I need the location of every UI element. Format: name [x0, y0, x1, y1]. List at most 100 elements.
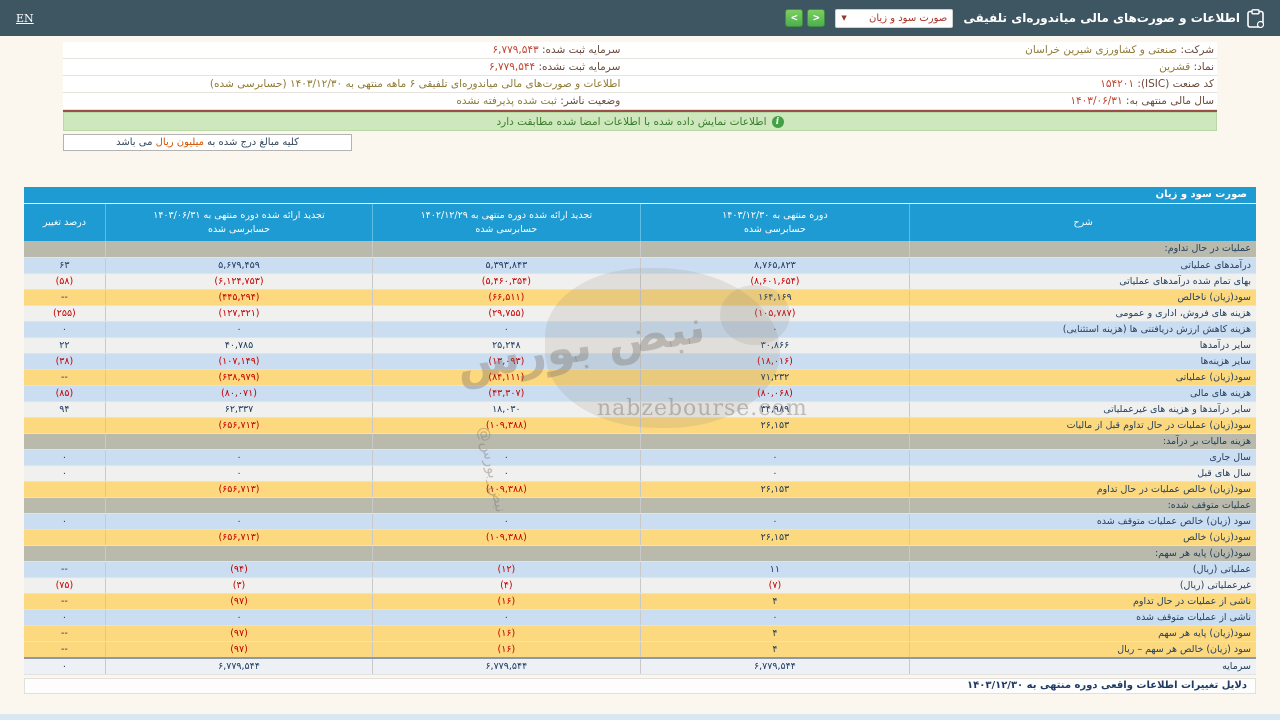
- table-row: سایر هزینه‌ها(۱۸,۰۱۶)(۱۳,۰۹۳)(۱۰۷,۱۴۹)(۳…: [24, 353, 1256, 369]
- cell-pct: [24, 529, 105, 545]
- row-label: غیرعملیاتی (ریال): [910, 577, 1256, 593]
- cell-v2: (۱۰۹,۳۸۸): [373, 529, 640, 545]
- row-label: عملیات در حال تداوم:: [910, 241, 1256, 257]
- cell-v2: (۱۰۹,۳۸۸): [373, 481, 640, 497]
- cell-pct: [24, 417, 105, 433]
- info-field-left: وضعیت ناشر: ثبت شده پذیرفته نشده: [63, 93, 620, 109]
- info-field-right: سال مالی منتهی به: ۱۴۰۳/۰۶/۳۱: [620, 93, 1217, 109]
- cell-v2: (۱۰۹,۳۸۸): [373, 417, 640, 433]
- cell-v2: [373, 241, 640, 257]
- cell-pct: [24, 545, 105, 561]
- cell-v1: ۴: [640, 593, 910, 609]
- cell-pct: ۰: [24, 321, 105, 337]
- cell-v1: ۰: [640, 609, 910, 625]
- cell-v3: (۶۵۶,۷۱۳): [105, 481, 372, 497]
- info-row: نماد: قشرینسرمایه ثبت نشده: ۶,۷۷۹,۵۴۴: [63, 59, 1217, 76]
- cell-pct: ۶۳: [24, 257, 105, 273]
- cell-v2: ۰: [373, 513, 640, 529]
- cell-pct: ۰: [24, 465, 105, 481]
- row-label: سود (زیان) خالص هر سهم – ریال: [910, 641, 1256, 658]
- cell-v1: ۸,۷۶۵,۸۲۳: [640, 257, 910, 273]
- cell-v3: [105, 497, 372, 513]
- cell-v2: (۴): [373, 577, 640, 593]
- info-field-right: شرکت: صنعتی و کشاورزی شیرین خراسان: [620, 42, 1217, 58]
- cell-v1: ۳۴,۹۸۹: [640, 401, 910, 417]
- cell-v3: (۹۷): [105, 641, 372, 658]
- column-header-3: تجدید ارائه شده دوره منتهی به ۱۴۰۳/۰۶/۳۱…: [105, 204, 372, 241]
- cell-v2: (۱۲): [373, 561, 640, 577]
- info-field-left-value: ۶,۷۷۹,۵۴۳: [493, 44, 539, 56]
- cell-v3: ۰: [105, 449, 372, 465]
- cell-pct: --: [24, 625, 105, 641]
- row-label: سود(زیان) ناخالص: [910, 289, 1256, 305]
- cell-v1: ۰: [640, 513, 910, 529]
- cell-pct: (۳۸): [24, 353, 105, 369]
- row-label: هزینه های مالی: [910, 385, 1256, 401]
- notice-text: اطلاعات نمایش داده شده با اطلاعات امضا ش…: [497, 116, 767, 128]
- row-label: هزینه کاهش ارزش دریافتنی ها (هزینه استثن…: [910, 321, 1256, 337]
- table-row: سود (زیان) خالص هر سهم – ریال۴(۱۶)(۹۷)--: [24, 641, 1256, 658]
- cell-v2: ۱۸,۰۳۰: [373, 401, 640, 417]
- table-row: سود(زیان) عملیاتی۷۱,۲۳۲(۸۴,۱۱۱)(۶۳۸,۹۷۹)…: [24, 369, 1256, 385]
- cell-pct: (۵۸): [24, 273, 105, 289]
- cell-pct: [24, 433, 105, 449]
- cell-v1: ۲۶,۱۵۳: [640, 529, 910, 545]
- row-label: سود(زیان) پایه هر سهم: [910, 625, 1256, 641]
- cell-v3: ۶۲,۳۳۷: [105, 401, 372, 417]
- signature-match-notice: i اطلاعات نمایش داده شده با اطلاعات امضا…: [63, 112, 1217, 131]
- cell-v1: ۱۶۴,۱۶۹: [640, 289, 910, 305]
- cell-pct: [24, 241, 105, 257]
- cell-v2: ۰: [373, 321, 640, 337]
- row-label: عملیات متوقف شده:: [910, 497, 1256, 513]
- prev-statement-button[interactable]: <: [807, 9, 825, 27]
- cell-pct: --: [24, 289, 105, 305]
- statement-type-value: صورت سود و زیان: [869, 13, 947, 24]
- column-header-0: شرح: [910, 204, 1256, 241]
- column-header-4: درصد تغییر: [24, 204, 105, 241]
- cell-v3: ۴۰,۷۸۵: [105, 337, 372, 353]
- row-label: درآمدهای عملیاتی: [910, 257, 1256, 273]
- table-row: سال های قبل۰۰۰۰: [24, 465, 1256, 481]
- info-field-right-value: قشرین: [1159, 61, 1190, 73]
- cell-v2: [373, 497, 640, 513]
- cell-v2: [373, 545, 640, 561]
- info-field-left-value: اطلاعات و صورت‌های مالی میاندوره‌ای تلفی…: [210, 78, 620, 90]
- changes-reason-bar: دلایل تغییرات اطلاعات واقعی دوره منتهی ب…: [24, 678, 1256, 694]
- cell-pct: ۰: [24, 449, 105, 465]
- cell-v1: [640, 433, 910, 449]
- pl-table: شرحدوره منتهی به ۱۴۰۳/۱۲/۳۰حسابرسی شدهتج…: [24, 204, 1256, 675]
- cell-v3: (۶,۱۲۴,۷۵۳): [105, 273, 372, 289]
- statement-type-dropdown[interactable]: صورت سود و زیان ▼: [835, 9, 953, 28]
- row-label: سود (زیان) خالص عملیات متوقف شده: [910, 513, 1256, 529]
- cell-v1: ۰: [640, 465, 910, 481]
- cell-v3: (۹۷): [105, 625, 372, 641]
- table-row: بهای تمام شده درآمدهای عملیاتی(۸,۶۰۱,۶۵۴…: [24, 273, 1256, 289]
- info-field-left-label: سرمایه ثبت نشده:: [535, 61, 620, 73]
- row-label: ناشی از عملیات در حال تداوم: [910, 593, 1256, 609]
- cell-pct: --: [24, 641, 105, 658]
- page: { "topbar": { "language_link": "EN", "ti…: [0, 0, 1280, 720]
- table-row: ناشی از عملیات متوقف شده۰۰۰۰: [24, 609, 1256, 625]
- info-icon: i: [772, 116, 784, 128]
- pl-statement-section: صورت سود و زیان شرحدوره منتهی به ۱۴۰۳/۱۲…: [24, 187, 1256, 675]
- cell-v3: ۰: [105, 465, 372, 481]
- cell-v2: (۱۶): [373, 625, 640, 641]
- unit-note-text: کلیه مبالغ درج شده به: [204, 137, 299, 148]
- table-row: سال جاری۰۰۰۰: [24, 449, 1256, 465]
- info-field-right-label: شرکت:: [1177, 44, 1214, 56]
- info-field-right: نماد: قشرین: [620, 59, 1217, 75]
- cell-v2: (۵,۴۶۰,۳۵۴): [373, 273, 640, 289]
- row-label: سال های قبل: [910, 465, 1256, 481]
- next-statement-button[interactable]: >: [785, 9, 803, 27]
- cell-v2: (۸۴,۱۱۱): [373, 369, 640, 385]
- page-title: اطلاعات و صورت‌های مالی میاندوره‌ای تلفی…: [963, 11, 1240, 25]
- language-toggle-link[interactable]: EN: [16, 12, 34, 25]
- row-label: سود(زیان) عملیات در حال تداوم قبل از مال…: [910, 417, 1256, 433]
- table-row: عملیاتی (ریال)۱۱(۱۲)(۹۴)--: [24, 561, 1256, 577]
- clipboard-icon: [1247, 9, 1264, 28]
- bottom-strip: [0, 714, 1280, 720]
- cell-pct: (۲۵۵): [24, 305, 105, 321]
- cell-v1: (۱۸,۰۱۶): [640, 353, 910, 369]
- cell-v1: ۴: [640, 641, 910, 658]
- column-header-2: تجدید ارائه شده دوره منتهی به ۱۴۰۲/۱۲/۲۹…: [373, 204, 640, 241]
